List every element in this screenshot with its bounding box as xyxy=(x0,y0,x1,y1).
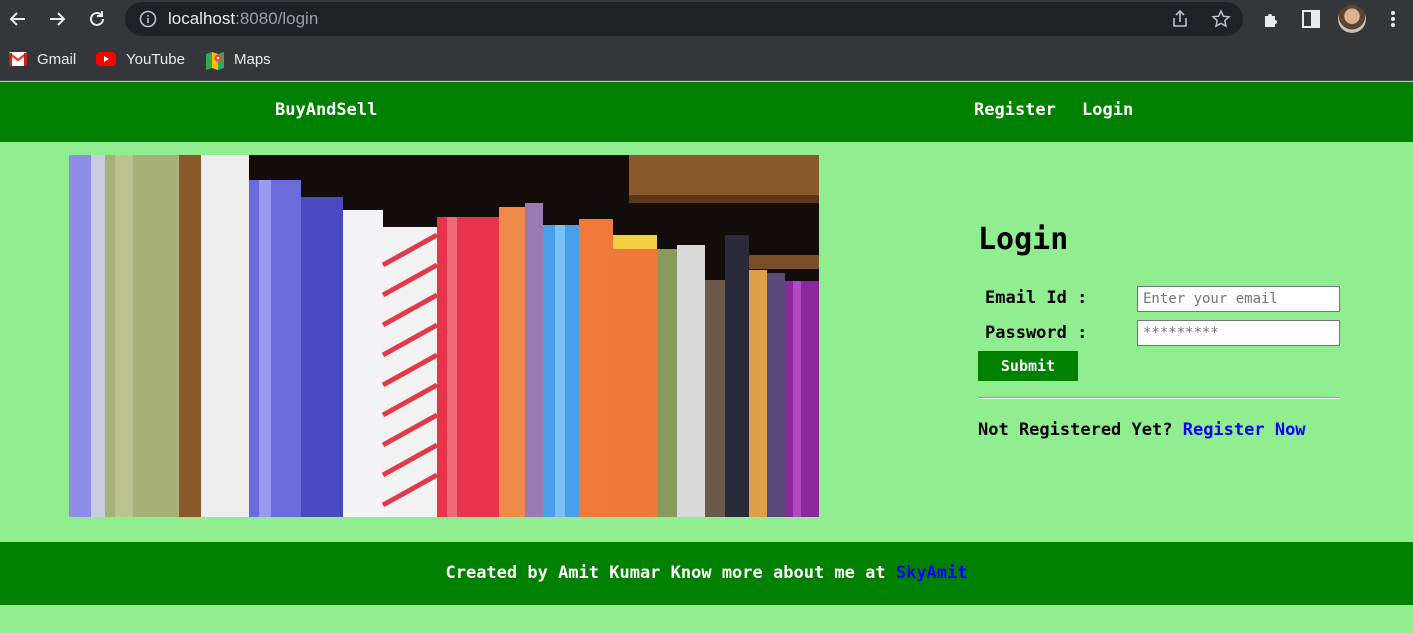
bookmark-label: YouTube xyxy=(126,50,185,68)
url-path: :8080/login xyxy=(235,9,319,28)
bookmark-label: Maps xyxy=(234,50,271,68)
register-now-link[interactable]: Register Now xyxy=(1183,420,1306,440)
register-prompt-text: Not Registered Yet? xyxy=(978,420,1173,440)
footer-credit: Created by Amit Kumar Know more about me… xyxy=(445,563,886,583)
bookmark-label: Gmail xyxy=(37,50,77,68)
site-info-icon[interactable] xyxy=(139,10,157,28)
forward-icon[interactable] xyxy=(44,6,70,32)
reload-icon[interactable] xyxy=(84,6,110,32)
bookmark-maps[interactable]: Maps xyxy=(206,48,271,70)
avatar[interactable] xyxy=(1338,5,1366,33)
more-menu-icon[interactable] xyxy=(1382,8,1404,30)
share-icon[interactable] xyxy=(1170,9,1190,29)
register-prompt: Not Registered Yet? Register Now xyxy=(978,420,1306,440)
password-label: Password : xyxy=(985,323,1088,343)
address-url[interactable]: localhost:8080/login xyxy=(168,9,318,29)
nav-login-link[interactable]: Login xyxy=(1082,100,1133,120)
email-field[interactable] xyxy=(1137,286,1340,312)
nav-register-link[interactable]: Register xyxy=(974,100,1056,120)
youtube-icon xyxy=(96,52,116,66)
browser-toolbar: localhost:8080/login xyxy=(0,0,1413,38)
bookmark-gmail[interactable]: Gmail xyxy=(9,48,76,70)
maps-icon xyxy=(206,52,224,70)
bookmark-youtube[interactable]: YouTube xyxy=(96,48,185,70)
login-title: Login xyxy=(978,222,1069,257)
books-hero-image xyxy=(69,155,819,517)
footer-text: Created by Amit Kumar Know more about me… xyxy=(0,563,1413,583)
extensions-icon[interactable] xyxy=(1261,8,1283,30)
password-field[interactable] xyxy=(1137,320,1340,346)
side-panel-icon[interactable] xyxy=(1300,8,1322,30)
submit-button[interactable]: Submit xyxy=(978,351,1078,381)
url-host: localhost xyxy=(168,9,236,28)
gmail-icon xyxy=(9,52,27,66)
site-header xyxy=(0,82,1413,142)
email-label: Email Id : xyxy=(985,288,1088,308)
divider xyxy=(978,397,1340,399)
back-icon[interactable] xyxy=(5,6,31,32)
skyamit-link[interactable]: SkyAmit xyxy=(896,563,968,583)
brand-logo[interactable]: BuyAndSell xyxy=(275,100,377,120)
bookmark-star-icon[interactable] xyxy=(1211,9,1231,29)
address-bar[interactable]: localhost:8080/login xyxy=(125,2,1243,36)
